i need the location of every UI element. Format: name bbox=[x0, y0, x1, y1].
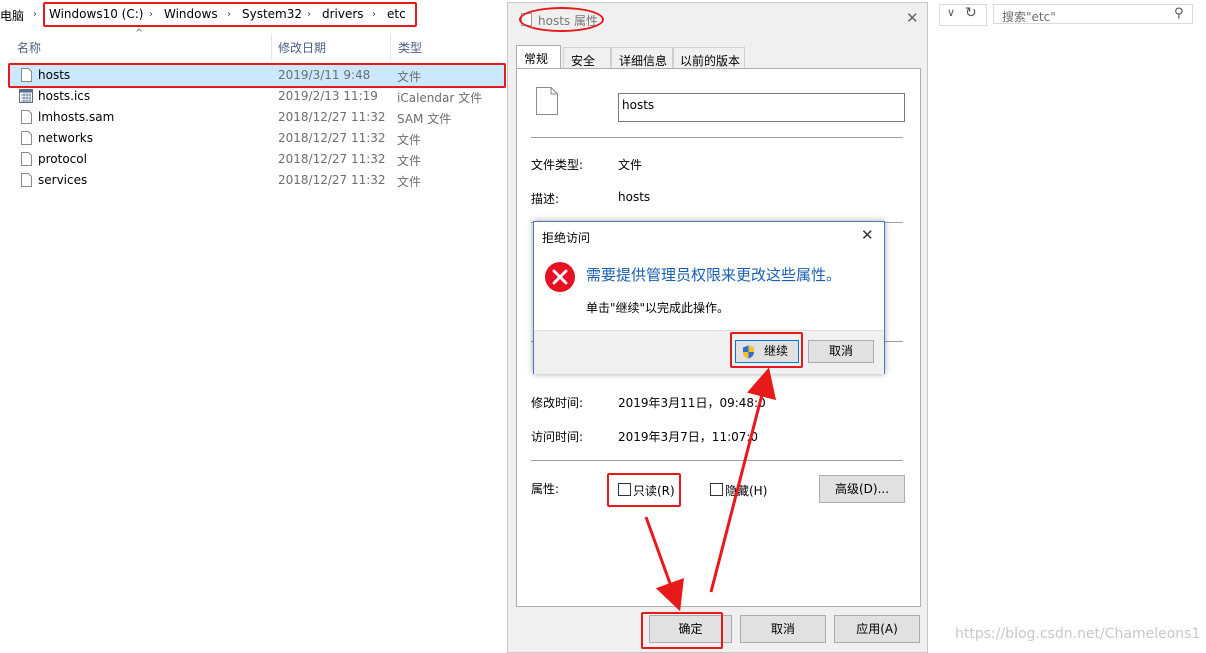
attributes-label: 属性: bbox=[531, 482, 560, 496]
accessed-label: 访问时间: bbox=[531, 430, 584, 444]
highlight-box bbox=[8, 63, 506, 88]
column-divider[interactable] bbox=[271, 34, 272, 60]
tab-details[interactable]: 详细信息 bbox=[611, 47, 673, 69]
file-type-label: 文件类型: bbox=[531, 158, 584, 172]
file-date: 2018/12/27 11:32 bbox=[278, 131, 386, 145]
tab-general[interactable]: 常规 bbox=[516, 45, 561, 69]
close-icon[interactable]: ✕ bbox=[906, 9, 919, 27]
advanced-button[interactable]: 高级(D)... bbox=[819, 475, 905, 503]
file-icon bbox=[536, 87, 558, 115]
file-type-value: 文件 bbox=[618, 158, 643, 172]
accessed-value: 2019年3月7日，11:07:0 bbox=[618, 430, 759, 444]
sort-up-icon: ^ bbox=[135, 28, 144, 39]
file-name: networks bbox=[38, 131, 93, 145]
tab-label: 以前的版本 bbox=[680, 54, 741, 68]
column-header-date[interactable]: 修改日期 bbox=[278, 39, 326, 56]
tab-label: 详细信息 bbox=[619, 54, 668, 68]
description-label: 描述: bbox=[531, 192, 560, 206]
file-type: 文件 bbox=[397, 154, 422, 168]
hidden-label[interactable]: 隐藏(H) bbox=[725, 482, 767, 499]
tab-label: 常规 bbox=[524, 52, 549, 66]
search-icon[interactable]: ⚲ bbox=[1174, 6, 1184, 21]
file-date: 2018/12/27 11:32 bbox=[278, 152, 386, 166]
calendar-icon bbox=[19, 89, 33, 103]
highlight-box bbox=[607, 473, 681, 507]
column-header-name[interactable]: 名称 bbox=[17, 39, 41, 56]
breadcrumb-pc[interactable]: 电脑 bbox=[0, 7, 24, 24]
file-name: protocol bbox=[38, 152, 87, 166]
file-row-networks[interactable]: networks 2018/12/27 11:32 文件 bbox=[8, 128, 506, 149]
file-row-lmhosts[interactable]: lmhosts.sam 2018/12/27 11:32 SAM 文件 bbox=[8, 107, 506, 128]
file-type: 文件 bbox=[397, 175, 422, 189]
divider bbox=[531, 137, 903, 138]
chevron-right-icon: › bbox=[33, 9, 37, 20]
filename-value: hosts bbox=[622, 98, 655, 112]
file-row-protocol[interactable]: protocol 2018/12/27 11:32 文件 bbox=[8, 149, 506, 170]
search-placeholder: 搜索"etc" bbox=[1002, 10, 1056, 24]
highlight-ellipse bbox=[519, 7, 604, 32]
search-box[interactable]: 搜索"etc" ⚲ bbox=[993, 4, 1193, 24]
denied-cancel-button[interactable]: 取消 bbox=[808, 340, 874, 363]
access-denied-dialog: 拒绝访问 ✕ 需要提供管理员权限来更改这些属性。 单击"继续"以完成此操作。 继… bbox=[533, 221, 885, 374]
cancel-button[interactable]: 取消 bbox=[740, 615, 826, 643]
tab-previous-versions[interactable]: 以前的版本 bbox=[673, 47, 745, 69]
highlight-box bbox=[641, 612, 723, 649]
divider bbox=[531, 460, 903, 461]
file-icon bbox=[21, 131, 32, 145]
file-row-hosts-ics[interactable]: hosts.ics 2019/2/13 11:19 iCalendar 文件 bbox=[8, 86, 506, 107]
column-divider[interactable] bbox=[390, 34, 391, 60]
file-date: 2018/12/27 11:32 bbox=[278, 173, 386, 187]
file-name: lmhosts.sam bbox=[38, 110, 115, 124]
file-row-services[interactable]: services 2018/12/27 11:32 文件 bbox=[8, 170, 506, 191]
highlight-box bbox=[43, 2, 417, 27]
refresh-icon[interactable]: ↻ bbox=[965, 5, 977, 21]
close-icon[interactable]: ✕ bbox=[861, 226, 874, 244]
watermark: https://blog.csdn.net/Chameleons1 bbox=[955, 626, 1201, 642]
file-type: 文件 bbox=[397, 133, 422, 147]
highlight-box bbox=[730, 332, 803, 368]
file-icon bbox=[21, 152, 32, 166]
description-value: hosts bbox=[618, 190, 651, 204]
tab-security[interactable]: 安全 bbox=[563, 47, 611, 69]
file-type: SAM 文件 bbox=[397, 112, 452, 126]
error-icon bbox=[545, 262, 575, 292]
column-header-type[interactable]: 类型 bbox=[398, 39, 422, 56]
modified-value: 2019年3月11日，09:48:0 bbox=[618, 396, 766, 410]
filename-input[interactable]: hosts bbox=[618, 93, 905, 122]
file-icon bbox=[21, 110, 32, 124]
denied-message: 需要提供管理员权限来更改这些属性。 bbox=[586, 266, 842, 284]
file-date: 2019/2/13 11:19 bbox=[278, 89, 378, 103]
tab-label: 安全 bbox=[571, 54, 596, 68]
denied-sub: 单击"继续"以完成此操作。 bbox=[586, 301, 730, 315]
dropdown-icon[interactable]: ∨ bbox=[947, 6, 955, 19]
file-icon bbox=[21, 173, 32, 187]
file-date: 2018/12/27 11:32 bbox=[278, 110, 386, 124]
apply-button[interactable]: 应用(A) bbox=[834, 615, 920, 643]
modified-label: 修改时间: bbox=[531, 396, 584, 410]
file-name: services bbox=[38, 173, 88, 187]
denied-title: 拒绝访问 bbox=[542, 231, 591, 245]
file-name: hosts.ics bbox=[38, 89, 91, 103]
file-type: iCalendar 文件 bbox=[397, 91, 483, 105]
hidden-checkbox[interactable] bbox=[710, 483, 723, 496]
